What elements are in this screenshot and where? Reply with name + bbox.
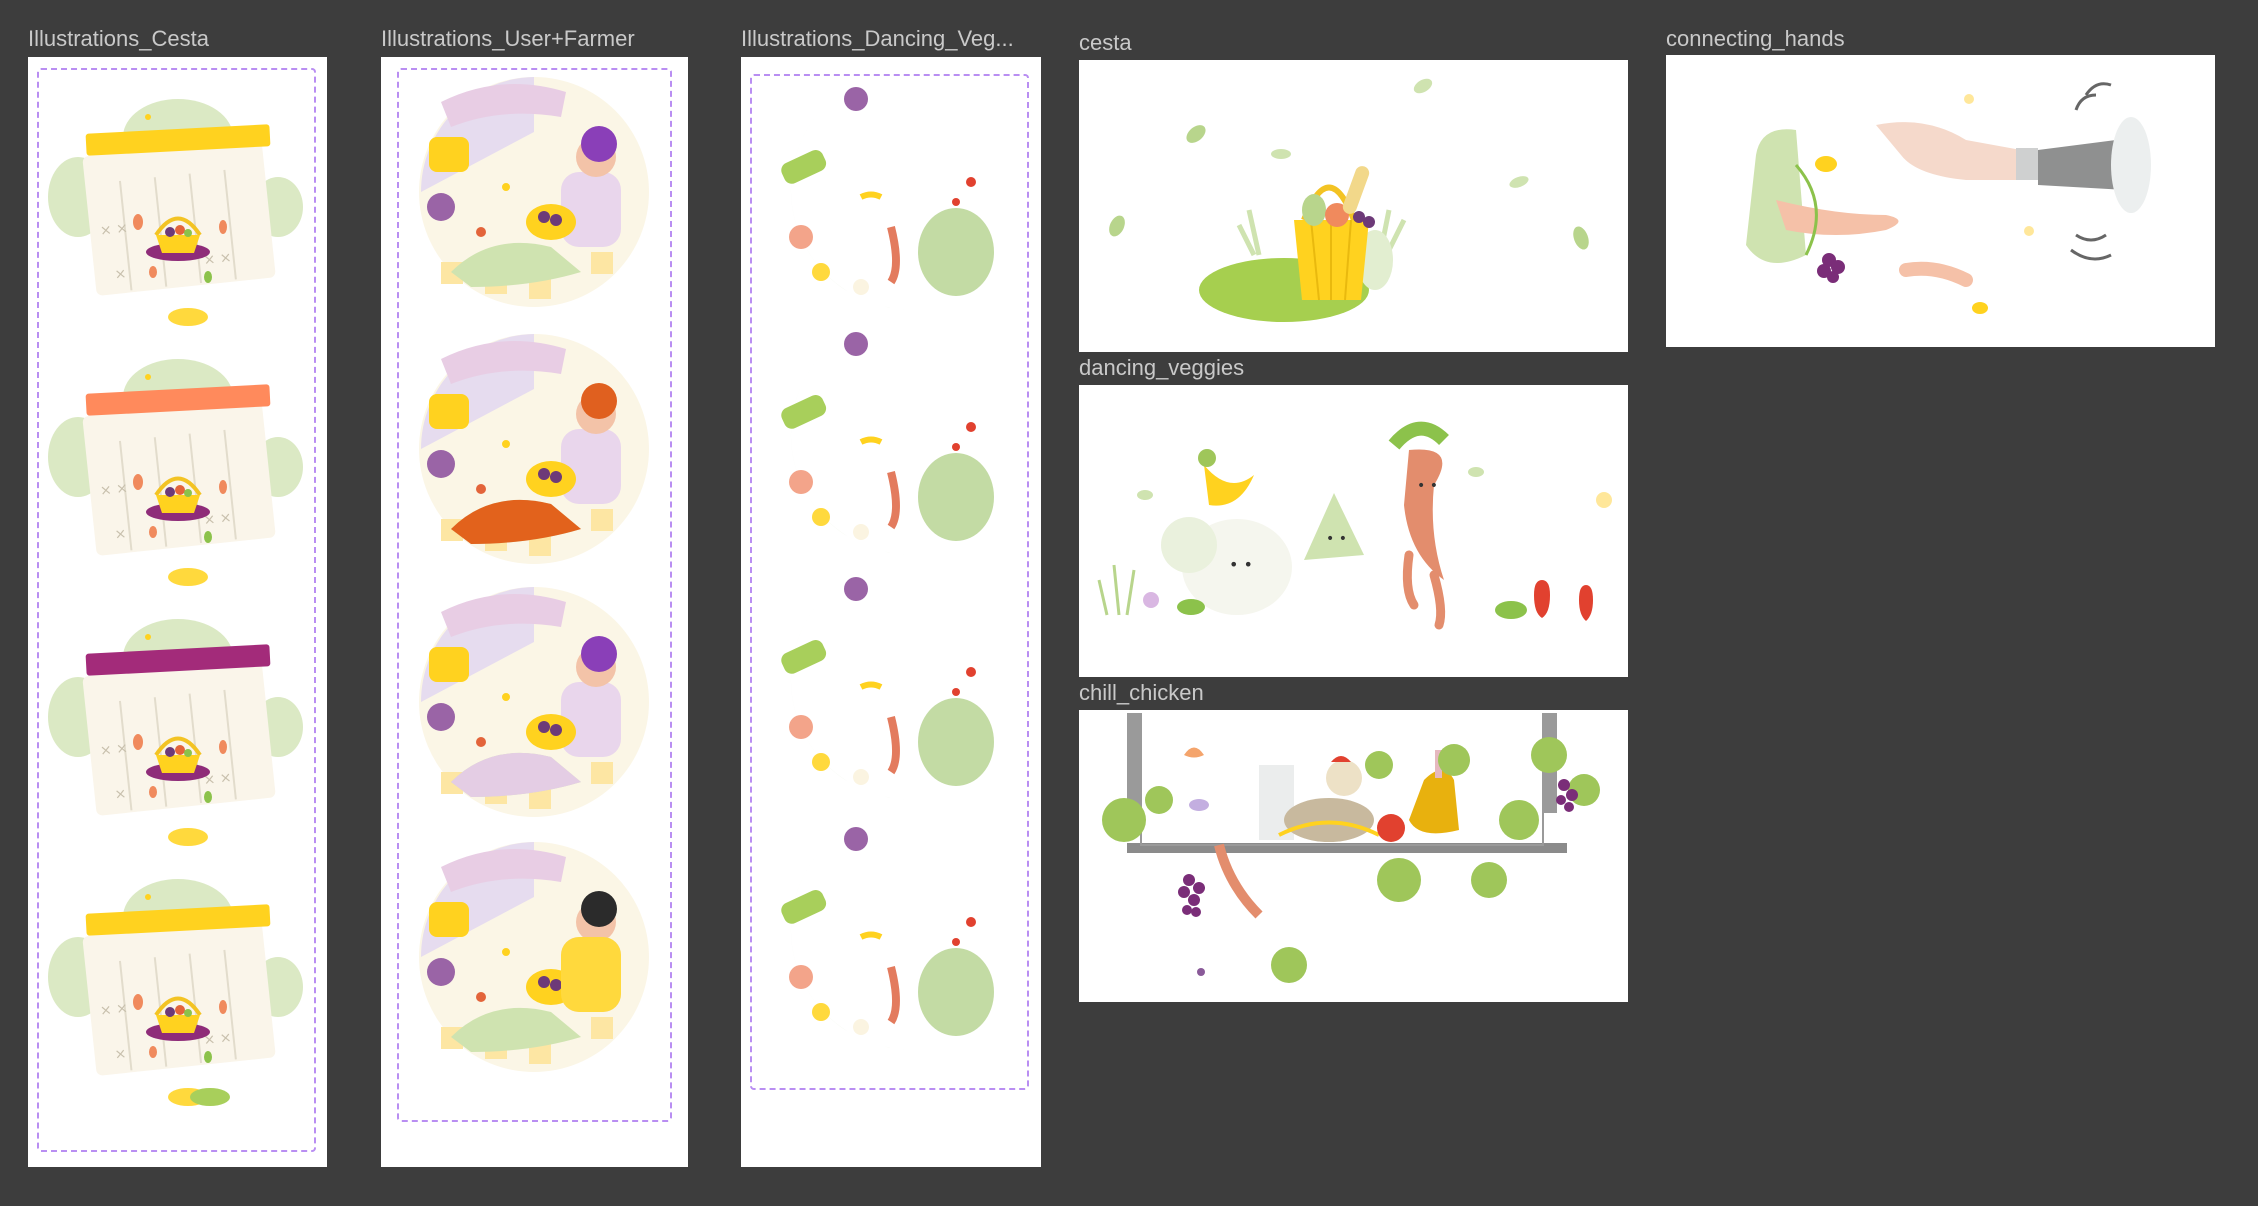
farmer-variant-4 <box>419 842 649 1072</box>
frame-label-connecting-hands[interactable]: connecting_hands <box>1666 26 1966 52</box>
chill-chicken-artwork <box>1102 713 1600 983</box>
frame-chill-chicken[interactable] <box>1079 710 1628 1002</box>
svg-text:• •: • • <box>1326 531 1347 547</box>
dancing-variant-4 <box>779 827 994 1050</box>
frame-dancing-variants[interactable] <box>741 57 1041 1167</box>
frame-dancing-veggies[interactable]: • • • • • • <box>1079 385 1628 677</box>
connecting-hands-artwork <box>1746 82 2151 314</box>
user-farmer-artwork <box>419 77 649 1072</box>
cesta-variants-artwork: × × × × × <box>46 97 305 1108</box>
cesta-artwork <box>1109 78 1589 322</box>
dancing-variant-2 <box>779 332 994 555</box>
svg-text:• •: • • <box>1417 478 1438 494</box>
dancing-variant-1 <box>779 87 994 310</box>
cesta-variant-1 <box>46 97 305 328</box>
cesta-variant-3 <box>46 617 305 848</box>
frame-cesta-variants[interactable]: × × × × × <box>28 57 327 1167</box>
frame-label-cesta[interactable]: cesta <box>1079 30 1379 56</box>
farmer-variant-1 <box>419 77 649 307</box>
dancing-variants-artwork <box>741 57 1041 1167</box>
frame-label-cesta-variants[interactable]: Illustrations_Cesta <box>28 26 328 52</box>
cesta-variant-2 <box>46 357 305 588</box>
frame-user-farmer[interactable] <box>381 57 688 1167</box>
frame-connecting-hands[interactable] <box>1666 55 2215 347</box>
frame-label-user-farmer[interactable]: Illustrations_User+Farmer <box>381 26 691 52</box>
frame-label-chill-chicken[interactable]: chill_chicken <box>1079 680 1379 706</box>
farmer-variant-3 <box>419 587 649 817</box>
svg-text:• •: • • <box>1229 555 1253 574</box>
dancing-variant-3 <box>779 577 994 800</box>
cesta-variant-4 <box>46 877 305 1108</box>
frame-label-dancing-variants[interactable]: Illustrations_Dancing_Veg... <box>741 26 1031 52</box>
frame-cesta[interactable] <box>1079 60 1628 352</box>
farmer-variant-2 <box>419 334 649 564</box>
frame-label-dancing-veggies[interactable]: dancing_veggies <box>1079 355 1379 381</box>
dancing-veggies-artwork: • • • • • • <box>1097 421 1612 630</box>
